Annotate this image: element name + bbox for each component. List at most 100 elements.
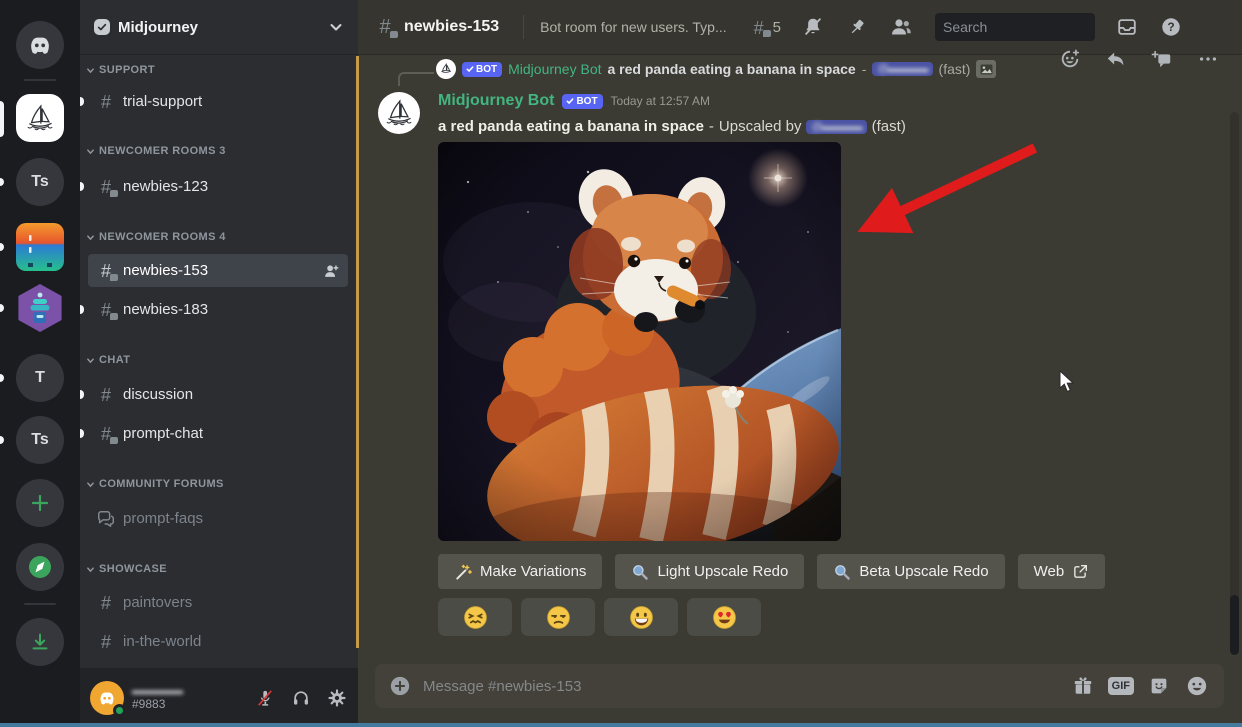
unread-server-pill [0,304,4,312]
external-link-icon [1072,563,1089,580]
plus-icon [29,492,51,514]
verified-badge-icon [94,19,110,35]
emoji-picker-icon[interactable] [1184,673,1210,699]
server-rail: Ts T Ts [0,0,80,727]
light-upscale-redo-button[interactable]: Light Upscale Redo [615,554,804,589]
fridge-icon [16,223,64,271]
server-midjourney[interactable] [16,94,64,142]
attach-plus-icon[interactable] [389,675,411,697]
explore-servers-button[interactable] [16,543,64,591]
mention-pill[interactable]: @▬▬▬▬ [872,62,932,76]
scrollbar-thumb[interactable] [1230,595,1239,655]
compass-icon [27,554,53,580]
notifications-muted-button[interactable] [801,15,825,39]
rail-divider [24,79,56,81]
channel-paintovers[interactable]: # paintovers [88,586,348,619]
sidebar-accent-divider [356,56,359,648]
fast-label: (fast) [939,61,971,77]
server-ts-2[interactable]: Ts [16,416,64,464]
message-timestamp: Today at 12:57 AM [611,94,710,108]
download-apps-button[interactable] [16,618,64,666]
section-community-forums[interactable]: COMMUNITY FORUMS [86,478,224,490]
threads-button[interactable]: # 5 [749,17,781,37]
section-newcomer-rooms-4[interactable]: NEWCOMER ROOMS 4 [86,231,226,243]
section-chat[interactable]: CHAT [86,354,130,366]
pinned-messages-button[interactable] [845,15,869,39]
server-t[interactable]: T [16,354,64,402]
reply-author[interactable]: Midjourney Bot [508,61,601,77]
reaction-heart-eyes-face[interactable] [687,598,761,636]
generated-image-attachment[interactable] [438,142,841,541]
chevron-down-icon [86,356,95,365]
server-header[interactable]: Midjourney [80,0,358,55]
server-hexagon[interactable] [16,284,64,332]
message-input[interactable] [423,678,1058,695]
discord-logo-icon [25,30,55,60]
search-box[interactable] [935,13,1095,41]
channel-prompt-faqs[interactable]: prompt-faqs [88,502,348,535]
more-options-button[interactable] [1196,47,1220,71]
web-button[interactable]: Web [1018,554,1106,589]
reply-spine [398,72,434,86]
make-variations-button[interactable]: Make Variations [438,554,602,589]
channel-newbies-153[interactable]: # newbies-153 [88,254,348,287]
section-showcase[interactable]: SHOWCASE [86,563,167,575]
server-fridge[interactable] [16,223,64,271]
mention-pill[interactable]: @▬▬▬▬ [806,120,866,134]
channel-trial-support[interactable]: # trial-support [88,85,348,118]
settings-gear-button[interactable] [326,687,348,709]
section-newcomer-rooms-3[interactable]: NEWCOMER ROOMS 3 [86,145,226,157]
bot-avatar[interactable] [378,92,420,134]
search-input[interactable] [943,19,1124,35]
server-name: Midjourney [118,19,198,36]
fast-label: (fast) [872,118,906,135]
reply-context[interactable]: BOT Midjourney Bot a red panda eating a … [436,59,996,79]
headphones-button[interactable] [290,687,312,709]
username-redacted: ▬▬▬▬▬ [132,685,182,698]
magnifier-icon [631,563,649,581]
channel-discussion[interactable]: # discussion [88,378,348,411]
hash-thread-icon: # [96,261,116,281]
hash-icon: # [96,632,116,652]
sticker-icon[interactable] [1146,673,1172,699]
server-ts-1[interactable]: Ts [16,158,64,206]
member-list-button[interactable] [889,15,913,39]
prompt-text: a red panda eating a banana in space [438,118,704,135]
reaction-grinning-face[interactable] [604,598,678,636]
invite-people-icon[interactable] [322,262,340,280]
message-composer[interactable]: GIF [375,664,1224,708]
add-server-button[interactable] [16,479,64,527]
gift-icon[interactable] [1070,673,1096,699]
channel-prompt-chat[interactable]: # prompt-chat [88,417,348,450]
help-button[interactable]: ? [1159,15,1183,39]
mic-muted-button[interactable] [254,687,276,709]
channel-newbies-123[interactable]: # newbies-123 [88,170,348,203]
red-panda-image [438,142,841,541]
section-support[interactable]: SUPPORT [86,64,155,76]
scrollbar-track[interactable] [1230,112,1239,647]
user-avatar[interactable] [90,681,124,715]
gif-picker-button[interactable]: GIF [1108,677,1134,695]
channel-in-the-world[interactable]: # in-the-world [88,625,348,658]
chevron-down-icon [328,19,344,35]
reaction-confounded-face[interactable] [438,598,512,636]
chevron-down-icon [86,147,95,156]
unamused-face-icon [546,605,571,630]
user-meta[interactable]: ▬▬▬▬▬ #9883 [132,685,182,711]
create-thread-button[interactable] [1150,47,1174,71]
message-author[interactable]: Midjourney Bot [438,92,554,110]
add-reaction-button[interactable] [1058,47,1082,71]
hash-thread-icon: # [96,300,116,320]
wand-sparkles-icon [454,563,472,581]
channel-newbies-183[interactable]: # newbies-183 [88,293,348,326]
inbox-button[interactable] [1115,15,1139,39]
reply-button[interactable] [1104,47,1128,71]
beta-upscale-redo-button[interactable]: Beta Upscale Redo [817,554,1004,589]
online-status-dot [113,704,126,717]
channel-topic[interactable]: Bot room for new users. Typ... [540,19,726,35]
reaction-unamused-face[interactable] [521,598,595,636]
hash-thread-icon: # [96,177,116,197]
chevron-down-icon [86,480,95,489]
discord-home-button[interactable] [16,21,64,69]
hash-icon: # [96,593,116,613]
